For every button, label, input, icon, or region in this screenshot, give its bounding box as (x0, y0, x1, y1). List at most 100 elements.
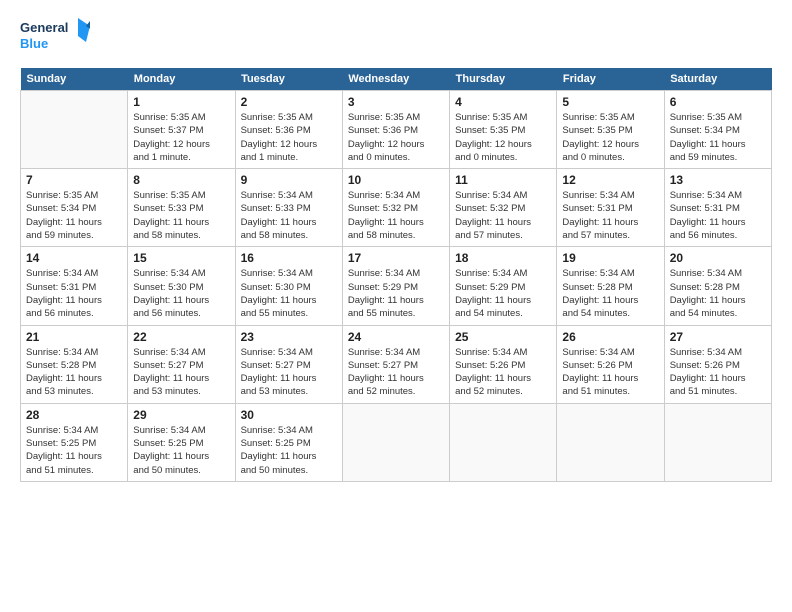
day-number: 5 (562, 95, 658, 109)
day-info: Sunrise: 5:34 AM Sunset: 5:25 PM Dayligh… (133, 424, 229, 477)
day-number: 3 (348, 95, 444, 109)
day-number: 22 (133, 330, 229, 344)
day-info: Sunrise: 5:34 AM Sunset: 5:33 PM Dayligh… (241, 189, 337, 242)
day-number: 18 (455, 251, 551, 265)
day-info: Sunrise: 5:34 AM Sunset: 5:31 PM Dayligh… (670, 189, 766, 242)
calendar-day-cell: 16Sunrise: 5:34 AM Sunset: 5:30 PM Dayli… (235, 247, 342, 325)
logo-icon: General Blue (20, 16, 90, 56)
day-info: Sunrise: 5:34 AM Sunset: 5:27 PM Dayligh… (241, 346, 337, 399)
calendar-day-cell: 8 Sunrise: 5:35 AM Sunset: 5:33 PM Daylig… (128, 169, 235, 247)
day-info: Sunrise: 5:34 AM Sunset: 5:28 PM Dayligh… (562, 267, 658, 320)
day-number: 26 (562, 330, 658, 344)
calendar-day-header: Sunday (21, 68, 128, 91)
header: General Blue (20, 16, 772, 56)
day-number: 4 (455, 95, 551, 109)
calendar-day-cell: 25 Sunrise: 5:34 AM Sunset: 5:26 PM Dayli… (450, 325, 557, 403)
calendar-day-cell (21, 91, 128, 169)
calendar-day-cell: 5 Sunrise: 5:35 AM Sunset: 5:35 PM Daylig… (557, 91, 664, 169)
day-number: 9 (241, 173, 337, 187)
calendar-day-cell: 13Sunrise: 5:34 AM Sunset: 5:31 PM Dayli… (664, 169, 771, 247)
svg-text:General: General (20, 20, 68, 35)
day-number: 12 (562, 173, 658, 187)
day-info: Sunrise: 5:35 AM Sunset: 5:36 PM Dayligh… (348, 111, 444, 164)
day-number: 10 (348, 173, 444, 187)
calendar-day-cell: 27 Sunrise: 5:34 AM Sunset: 5:26 PM Dayli… (664, 325, 771, 403)
calendar-day-cell: 18 Sunrise: 5:34 AM Sunset: 5:29 PM Dayli… (450, 247, 557, 325)
calendar-day-cell (450, 403, 557, 481)
day-info: Sunrise: 5:34 AM Sunset: 5:27 PM Dayligh… (133, 346, 229, 399)
day-info: Sunrise: 5:35 AM Sunset: 5:36 PM Dayligh… (241, 111, 337, 164)
calendar-day-cell: 1Sunrise: 5:35 AM Sunset: 5:37 PM Daylig… (128, 91, 235, 169)
calendar-day-cell: 20Sunrise: 5:34 AM Sunset: 5:28 PM Dayli… (664, 247, 771, 325)
day-number: 30 (241, 408, 337, 422)
calendar-day-cell: 7 Sunrise: 5:35 AM Sunset: 5:34 PM Daylig… (21, 169, 128, 247)
calendar-day-header: Wednesday (342, 68, 449, 91)
day-info: Sunrise: 5:34 AM Sunset: 5:29 PM Dayligh… (348, 267, 444, 320)
day-info: Sunrise: 5:35 AM Sunset: 5:34 PM Dayligh… (670, 111, 766, 164)
calendar-day-cell: 30 Sunrise: 5:34 AM Sunset: 5:25 PM Dayli… (235, 403, 342, 481)
day-info: Sunrise: 5:34 AM Sunset: 5:31 PM Dayligh… (562, 189, 658, 242)
day-info: Sunrise: 5:34 AM Sunset: 5:26 PM Dayligh… (562, 346, 658, 399)
calendar-day-cell: 11 Sunrise: 5:34 AM Sunset: 5:32 PM Dayli… (450, 169, 557, 247)
calendar-day-header: Thursday (450, 68, 557, 91)
calendar-day-cell: 19 Sunrise: 5:34 AM Sunset: 5:28 PM Dayli… (557, 247, 664, 325)
calendar-day-cell (342, 403, 449, 481)
calendar-week-row: 7 Sunrise: 5:35 AM Sunset: 5:34 PM Daylig… (21, 169, 772, 247)
calendar-day-cell: 21 Sunrise: 5:34 AM Sunset: 5:28 PM Dayli… (21, 325, 128, 403)
day-number: 8 (133, 173, 229, 187)
calendar-week-row: 21 Sunrise: 5:34 AM Sunset: 5:28 PM Dayli… (21, 325, 772, 403)
day-info: Sunrise: 5:35 AM Sunset: 5:33 PM Dayligh… (133, 189, 229, 242)
day-number: 21 (26, 330, 122, 344)
page: General Blue SundayMondayTuesdayWednesda… (0, 0, 792, 612)
day-number: 7 (26, 173, 122, 187)
calendar-day-cell: 26 Sunrise: 5:34 AM Sunset: 5:26 PM Dayli… (557, 325, 664, 403)
calendar-day-cell (664, 403, 771, 481)
day-number: 24 (348, 330, 444, 344)
calendar-day-cell: 3 Sunrise: 5:35 AM Sunset: 5:36 PM Daylig… (342, 91, 449, 169)
calendar-day-cell: 4 Sunrise: 5:35 AM Sunset: 5:35 PM Daylig… (450, 91, 557, 169)
day-info: Sunrise: 5:34 AM Sunset: 5:30 PM Dayligh… (241, 267, 337, 320)
svg-text:Blue: Blue (20, 36, 48, 51)
calendar-header-row: SundayMondayTuesdayWednesdayThursdayFrid… (21, 68, 772, 91)
day-info: Sunrise: 5:34 AM Sunset: 5:32 PM Dayligh… (348, 189, 444, 242)
calendar-day-header: Monday (128, 68, 235, 91)
calendar-day-cell: 28Sunrise: 5:34 AM Sunset: 5:25 PM Dayli… (21, 403, 128, 481)
day-info: Sunrise: 5:34 AM Sunset: 5:27 PM Dayligh… (348, 346, 444, 399)
calendar-day-header: Saturday (664, 68, 771, 91)
calendar-day-cell: 24 Sunrise: 5:34 AM Sunset: 5:27 PM Dayli… (342, 325, 449, 403)
day-number: 15 (133, 251, 229, 265)
day-info: Sunrise: 5:34 AM Sunset: 5:28 PM Dayligh… (670, 267, 766, 320)
calendar-table: SundayMondayTuesdayWednesdayThursdayFrid… (20, 68, 772, 482)
calendar-day-cell: 6Sunrise: 5:35 AM Sunset: 5:34 PM Daylig… (664, 91, 771, 169)
calendar-day-cell: 22 Sunrise: 5:34 AM Sunset: 5:27 PM Dayli… (128, 325, 235, 403)
day-info: Sunrise: 5:35 AM Sunset: 5:35 PM Dayligh… (455, 111, 551, 164)
day-info: Sunrise: 5:34 AM Sunset: 5:32 PM Dayligh… (455, 189, 551, 242)
day-number: 17 (348, 251, 444, 265)
calendar-day-cell: 12 Sunrise: 5:34 AM Sunset: 5:31 PM Dayli… (557, 169, 664, 247)
day-info: Sunrise: 5:34 AM Sunset: 5:25 PM Dayligh… (26, 424, 122, 477)
day-info: Sunrise: 5:34 AM Sunset: 5:28 PM Dayligh… (26, 346, 122, 399)
day-info: Sunrise: 5:34 AM Sunset: 5:26 PM Dayligh… (670, 346, 766, 399)
day-info: Sunrise: 5:34 AM Sunset: 5:29 PM Dayligh… (455, 267, 551, 320)
day-info: Sunrise: 5:34 AM Sunset: 5:26 PM Dayligh… (455, 346, 551, 399)
day-number: 23 (241, 330, 337, 344)
day-number: 19 (562, 251, 658, 265)
day-info: Sunrise: 5:34 AM Sunset: 5:31 PM Dayligh… (26, 267, 122, 320)
calendar-day-cell: 2Sunrise: 5:35 AM Sunset: 5:36 PM Daylig… (235, 91, 342, 169)
calendar-week-row: 28Sunrise: 5:34 AM Sunset: 5:25 PM Dayli… (21, 403, 772, 481)
calendar-day-cell: 10 Sunrise: 5:34 AM Sunset: 5:32 PM Dayli… (342, 169, 449, 247)
calendar-day-cell: 17 Sunrise: 5:34 AM Sunset: 5:29 PM Dayli… (342, 247, 449, 325)
day-info: Sunrise: 5:35 AM Sunset: 5:34 PM Dayligh… (26, 189, 122, 242)
calendar-day-cell: 29Sunrise: 5:34 AM Sunset: 5:25 PM Dayli… (128, 403, 235, 481)
day-number: 27 (670, 330, 766, 344)
calendar-day-cell: 23 Sunrise: 5:34 AM Sunset: 5:27 PM Dayli… (235, 325, 342, 403)
day-info: Sunrise: 5:34 AM Sunset: 5:25 PM Dayligh… (241, 424, 337, 477)
day-number: 25 (455, 330, 551, 344)
day-info: Sunrise: 5:35 AM Sunset: 5:37 PM Dayligh… (133, 111, 229, 164)
day-info: Sunrise: 5:34 AM Sunset: 5:30 PM Dayligh… (133, 267, 229, 320)
day-info: Sunrise: 5:35 AM Sunset: 5:35 PM Dayligh… (562, 111, 658, 164)
calendar-week-row: 14Sunrise: 5:34 AM Sunset: 5:31 PM Dayli… (21, 247, 772, 325)
day-number: 11 (455, 173, 551, 187)
calendar-day-cell: 15 Sunrise: 5:34 AM Sunset: 5:30 PM Dayli… (128, 247, 235, 325)
calendar-day-header: Tuesday (235, 68, 342, 91)
